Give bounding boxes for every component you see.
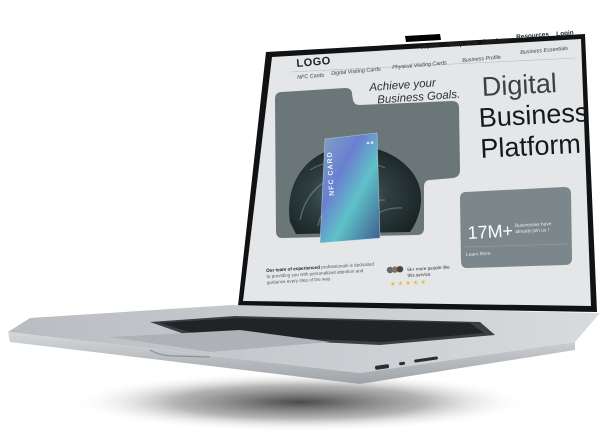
nav-login[interactable]: Login	[556, 29, 574, 37]
headline-line3: Platform	[479, 128, 582, 164]
stat-value: 17M+	[467, 220, 514, 243]
stat-caption: Businesses have already join us !	[515, 222, 552, 235]
laptop-mockup: LOGO Home Shop Now Services Resources Lo…	[0, 0, 600, 435]
floor-shadow	[70, 372, 530, 432]
camera-notch	[405, 34, 441, 42]
hero-headline-2: Business Platform	[478, 97, 591, 165]
hero-headline: Digital	[481, 68, 558, 103]
review-avatars	[386, 266, 404, 274]
headline-line1: Digital	[481, 68, 558, 102]
